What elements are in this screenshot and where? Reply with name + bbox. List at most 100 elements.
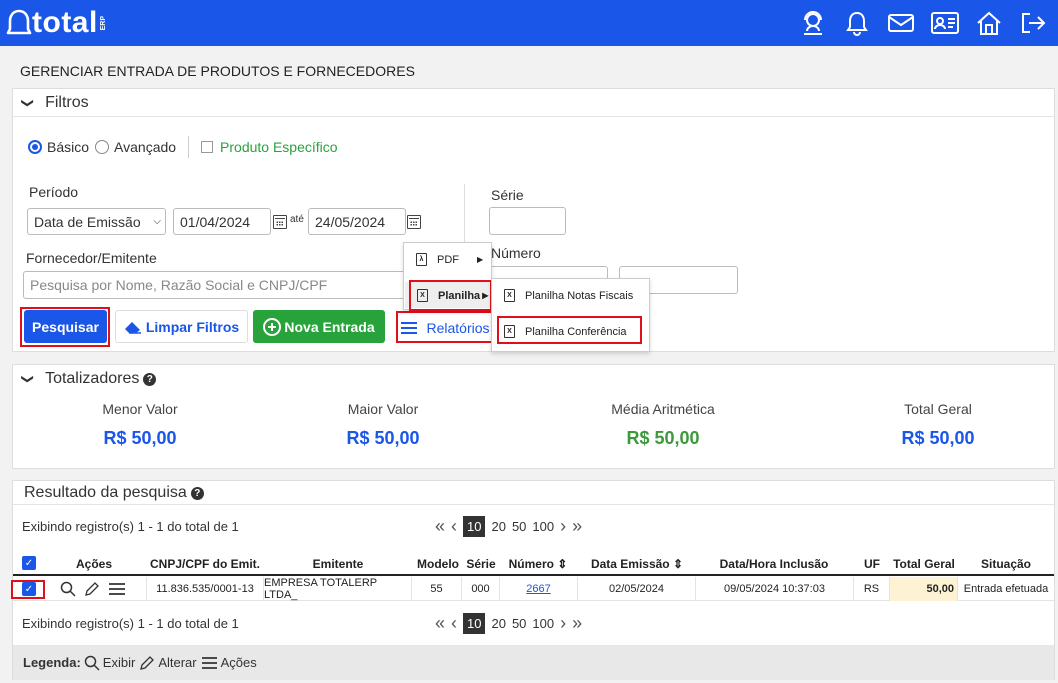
pagination-bottom: « ‹ 10 20 50 100 › » bbox=[432, 613, 585, 634]
supplier-label: Fornecedor/Emitente bbox=[26, 250, 157, 266]
radio-basic-label: Básico bbox=[47, 139, 90, 155]
legend-bar: Legenda: Exibir Alterar Ações bbox=[13, 645, 1054, 680]
cell-series: 000 bbox=[462, 577, 500, 601]
help-icon[interactable]: ? bbox=[190, 486, 204, 500]
avg-value-label: Média Aritmética bbox=[611, 401, 715, 417]
max-value-label: Maior Valor bbox=[347, 401, 419, 417]
col-status[interactable]: Situação bbox=[958, 557, 1054, 571]
calendar-from-icon[interactable] bbox=[273, 215, 287, 229]
plus-circle-icon bbox=[263, 317, 282, 336]
last-page-icon[interactable]: » bbox=[572, 613, 582, 634]
col-uf[interactable]: UF bbox=[856, 557, 888, 571]
col-actions: Ações bbox=[75, 557, 113, 571]
sort-icon: ⇕ bbox=[672, 557, 684, 571]
home-icon[interactable] bbox=[972, 6, 1006, 40]
legend-actions: Ações bbox=[220, 655, 257, 670]
first-page-icon[interactable]: « bbox=[435, 516, 445, 537]
page-size-10[interactable]: 10 bbox=[463, 516, 486, 537]
bell-icon[interactable] bbox=[840, 6, 874, 40]
page-size-50[interactable]: 50 bbox=[512, 616, 526, 631]
totals-header[interactable]: ❯ Totalizadores ? bbox=[13, 365, 1054, 393]
col-inclusion[interactable]: Data/Hora Inclusão bbox=[696, 557, 852, 571]
supplier-search-input[interactable]: Pesquisa por Nome, Razão Social e CNPJ/C… bbox=[23, 271, 423, 299]
clear-filters-button[interactable]: Limpar Filtros bbox=[115, 310, 248, 343]
last-page-icon[interactable]: » bbox=[572, 516, 582, 537]
search-icon bbox=[84, 655, 100, 671]
highlight-box bbox=[11, 580, 45, 599]
logo[interactable]: total ERP bbox=[6, 4, 107, 42]
help-icon[interactable]: ? bbox=[143, 372, 157, 386]
radio-basic[interactable] bbox=[28, 140, 42, 154]
prev-page-icon[interactable]: ‹ bbox=[451, 516, 457, 537]
page-size-50[interactable]: 50 bbox=[512, 519, 526, 534]
col-total[interactable]: Total Geral bbox=[890, 557, 958, 571]
page-size-100[interactable]: 100 bbox=[532, 616, 554, 631]
totals-title: Totalizadores bbox=[45, 370, 140, 387]
next-page-icon[interactable]: › bbox=[560, 613, 566, 634]
calendar-to-icon[interactable] bbox=[407, 215, 421, 229]
menu-icon bbox=[201, 656, 217, 669]
prev-page-icon[interactable]: ‹ bbox=[451, 613, 457, 634]
period-type-select[interactable]: Data de Emissão ⌵ bbox=[27, 208, 166, 235]
col-model[interactable]: Modelo bbox=[414, 557, 462, 571]
legend-title: Legenda: bbox=[23, 655, 81, 670]
row-actions bbox=[60, 581, 126, 597]
excel-file-icon: X bbox=[504, 289, 515, 302]
sort-icon: ⇕ bbox=[557, 557, 568, 571]
records-info-bottom: Exibindo registro(s) 1 - 1 do total de 1 bbox=[22, 616, 239, 631]
pencil-icon bbox=[140, 655, 155, 670]
radio-advanced[interactable] bbox=[95, 140, 110, 154]
date-to-input[interactable]: 24/05/2024 bbox=[308, 208, 406, 235]
eraser-icon bbox=[124, 321, 141, 334]
chevron-down-icon: ❯ bbox=[21, 97, 36, 108]
col-series[interactable]: Série bbox=[462, 557, 500, 571]
page-size-100[interactable]: 100 bbox=[532, 519, 554, 534]
results-header: Resultado da pesquisa ? bbox=[24, 484, 204, 502]
menu-item-sheet-invoices[interactable]: X Planilha Notas Fiscais bbox=[504, 289, 633, 302]
col-number[interactable]: Número ⇕ bbox=[500, 557, 576, 571]
col-issuer[interactable]: Emitente bbox=[264, 557, 412, 571]
page-size-20[interactable]: 20 bbox=[491, 616, 505, 631]
caret-right-icon: ▶ bbox=[477, 255, 484, 264]
col-number-label: Número bbox=[508, 557, 554, 571]
number-label: Número bbox=[491, 245, 541, 261]
period-label: Período bbox=[29, 184, 79, 200]
legend-view: Exibir bbox=[102, 655, 136, 670]
pencil-icon[interactable] bbox=[84, 581, 100, 597]
page-size-20[interactable]: 20 bbox=[491, 519, 505, 534]
date-from-input[interactable]: 01/04/2024 bbox=[173, 208, 271, 235]
divider bbox=[13, 504, 1054, 505]
sheet-invoices-label: Planilha Notas Fiscais bbox=[525, 289, 634, 302]
highlight-box bbox=[396, 311, 493, 343]
col-cnpj[interactable]: CNPJ/CPF do Emit. bbox=[146, 557, 264, 571]
menu-pdf-label: PDF bbox=[437, 253, 459, 266]
col-issue-date[interactable]: Data Emissão ⇕ bbox=[578, 557, 696, 571]
pdf-file-icon: λ bbox=[416, 253, 427, 266]
highlight-box bbox=[497, 316, 642, 344]
menu-item-pdf[interactable]: λ PDF ▶ bbox=[416, 253, 483, 266]
menu-icon[interactable] bbox=[108, 581, 126, 597]
top-bar: total ERP bbox=[0, 0, 1058, 46]
mail-icon[interactable] bbox=[884, 6, 918, 40]
new-entry-button[interactable]: Nova Entrada bbox=[253, 310, 385, 343]
specific-product-label: Produto Específico bbox=[220, 139, 338, 155]
search-icon[interactable] bbox=[60, 581, 76, 597]
support-icon[interactable] bbox=[796, 6, 830, 40]
series-input[interactable] bbox=[489, 207, 566, 235]
id-card-icon[interactable] bbox=[928, 6, 962, 40]
results-title: Resultado da pesquisa bbox=[24, 484, 187, 501]
chevron-down-icon: ⌵ bbox=[153, 216, 161, 227]
pagination-top: « ‹ 10 20 50 100 › » bbox=[432, 516, 585, 537]
specific-product-checkbox[interactable] bbox=[201, 141, 214, 153]
page-size-10[interactable]: 10 bbox=[463, 613, 486, 634]
brand-name: total bbox=[32, 6, 98, 39]
cell-issuer: EMPRESA TOTALERP LTDA_ bbox=[264, 577, 412, 601]
min-value: R$ 50,00 bbox=[103, 428, 177, 448]
number-link[interactable]: 2667 bbox=[526, 583, 550, 595]
select-all-checkbox[interactable]: ✓ bbox=[22, 556, 36, 570]
next-page-icon[interactable]: › bbox=[560, 516, 566, 537]
filters-header[interactable]: ❯ Filtros bbox=[13, 89, 1054, 117]
bell-logo-icon bbox=[6, 9, 32, 35]
first-page-icon[interactable]: « bbox=[435, 613, 445, 634]
logout-icon[interactable] bbox=[1016, 6, 1050, 40]
